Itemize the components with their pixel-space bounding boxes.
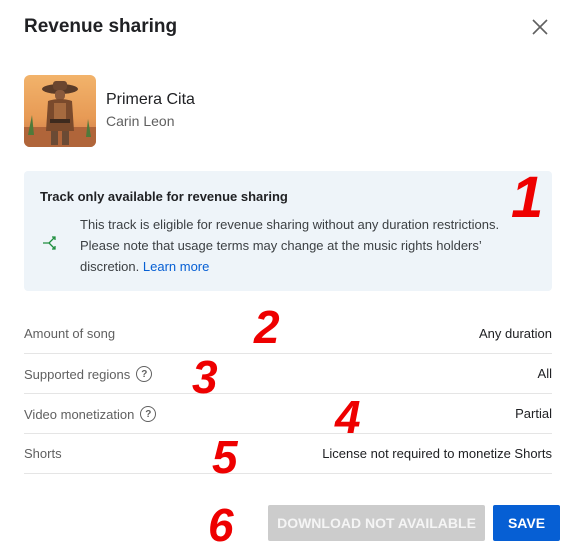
album-art xyxy=(24,75,96,147)
row-label-container: Supported regions ? xyxy=(24,366,153,382)
branch-icon xyxy=(42,234,58,250)
help-icon[interactable]: ? xyxy=(136,366,153,382)
close-icon[interactable] xyxy=(528,15,552,39)
dialog-title: Revenue sharing xyxy=(24,16,178,37)
track-artist: Carin Leon xyxy=(106,113,175,129)
row-value: All xyxy=(537,366,552,381)
row-label: Shorts xyxy=(24,446,62,461)
row-value: Partial xyxy=(515,406,552,421)
info-heading: Track only available for revenue sharing xyxy=(40,189,288,204)
revenue-sharing-info-box: Track only available for revenue sharing… xyxy=(24,171,552,291)
help-icon[interactable]: ? xyxy=(140,406,157,422)
annotation-marker-3: 3 xyxy=(192,351,218,403)
annotation-marker-6: 6 xyxy=(208,499,234,551)
track-title: Primera Cita xyxy=(106,91,195,108)
row-shorts: Shorts License not required to monetize … xyxy=(24,434,552,474)
learn-more-link[interactable]: Learn more xyxy=(143,259,209,274)
annotation-marker-5: 5 xyxy=(212,431,238,483)
annotation-marker-1: 1 xyxy=(511,165,544,230)
row-label: Video monetization xyxy=(24,406,135,422)
download-button: DOWNLOAD NOT AVAILABLE xyxy=(268,505,485,541)
save-button[interactable]: SAVE xyxy=(493,505,560,541)
row-label: Supported regions xyxy=(24,366,131,382)
annotation-marker-2: 2 xyxy=(254,301,280,353)
row-video-monetization: Video monetization ? Partial xyxy=(24,394,552,434)
annotation-marker-4: 4 xyxy=(335,391,361,443)
row-label-container: Video monetization ? xyxy=(24,406,157,422)
row-label: Amount of song xyxy=(24,326,116,341)
info-body: This track is eligible for revenue shari… xyxy=(80,214,520,277)
row-supported-regions: Supported regions ? All xyxy=(24,354,552,394)
row-value: Any duration xyxy=(479,326,552,341)
revenue-sharing-dialog: Revenue sharing Primera Cita Carin Leon … xyxy=(0,0,570,551)
row-amount-of-song: Amount of song Any duration xyxy=(24,314,552,354)
row-value: License not required to monetize Shorts xyxy=(322,446,552,461)
